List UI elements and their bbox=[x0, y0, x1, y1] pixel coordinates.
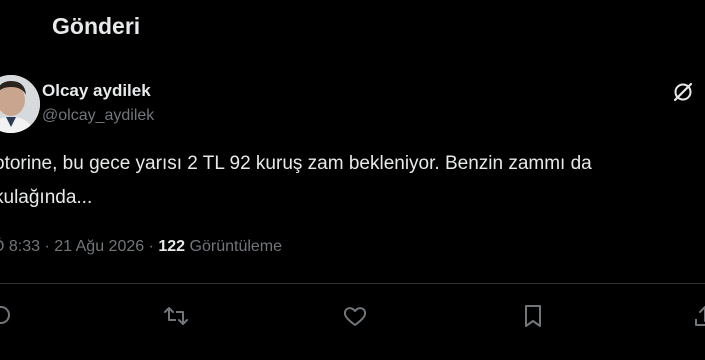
reply-icon[interactable] bbox=[0, 303, 12, 329]
bookmark-icon[interactable] bbox=[520, 303, 546, 329]
tweet-text-line: otorine, bu gece yarısı 2 TL 92 kuruş za… bbox=[0, 153, 592, 174]
grok-icon[interactable] bbox=[672, 81, 694, 103]
meta-separator: · bbox=[148, 238, 154, 255]
page-title: Gönderi bbox=[52, 13, 141, 39]
share-icon[interactable] bbox=[692, 303, 705, 329]
avatar[interactable] bbox=[0, 75, 40, 133]
avatar-photo bbox=[0, 75, 40, 133]
divider bbox=[0, 283, 705, 284]
tweet-meta: Ö 8:33 · 21 Ağu 2026 · 122 Görüntüleme bbox=[0, 238, 282, 256]
views-count: 122 bbox=[158, 238, 186, 255]
tweet-date[interactable]: 21 Ağu 2026 bbox=[54, 238, 144, 255]
author-name[interactable]: Olcay aydilek bbox=[42, 81, 151, 101]
meta-separator: · bbox=[44, 238, 50, 255]
tweet-text-line: kulağında... bbox=[0, 187, 93, 208]
views-label: Görüntüleme bbox=[189, 238, 283, 255]
tweet-time[interactable]: Ö 8:33 bbox=[0, 238, 40, 255]
heart-icon[interactable] bbox=[342, 303, 368, 329]
retweet-icon[interactable] bbox=[163, 303, 189, 329]
author-handle[interactable]: @olcay_aydilek bbox=[42, 107, 154, 125]
